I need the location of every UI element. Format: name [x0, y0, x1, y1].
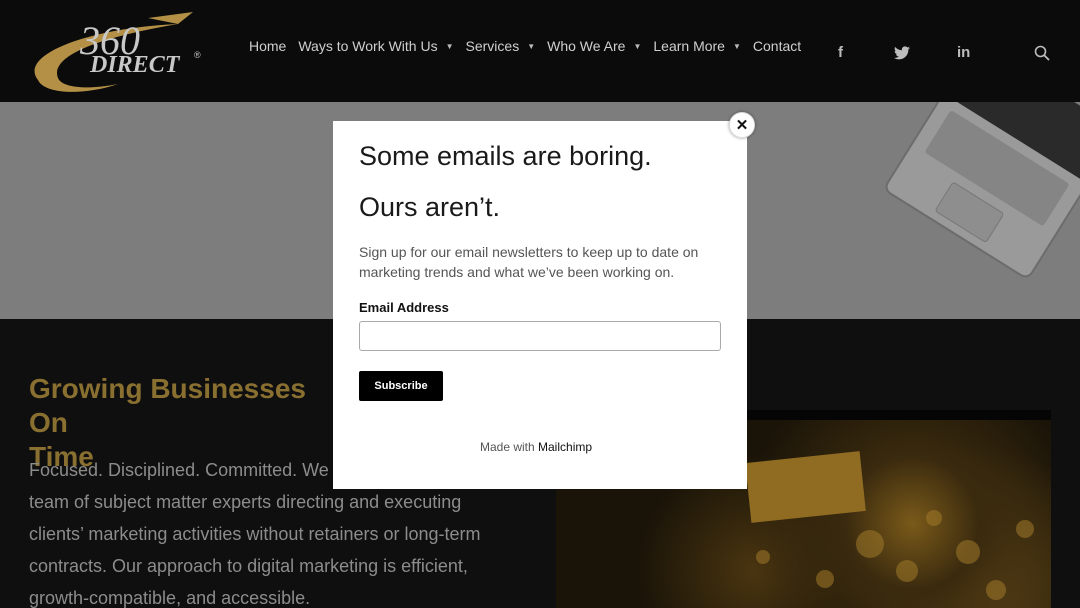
- body-line: clients’ marketing activities without re…: [29, 524, 481, 544]
- nav-ways-to-work-label: Ways to Work With Us: [298, 38, 438, 54]
- newsletter-modal: Some emails are boring. Ours aren’t. Sig…: [333, 121, 747, 489]
- nav-contact-label: Contact: [752, 38, 802, 54]
- made-with-mailchimp[interactable]: Made with Mailchimp: [333, 440, 739, 454]
- modal-title-line-2: Ours aren’t.: [359, 192, 501, 222]
- body-line: growth-compatible, and accessible.: [29, 588, 311, 608]
- site-header: 360 DIRECT ® Home Ways to Work With Us ▼ …: [0, 0, 1080, 102]
- chevron-down-icon: ▼: [527, 41, 536, 51]
- search-icon[interactable]: [1034, 45, 1052, 63]
- nav-who-we-are-label: Who We Are: [547, 38, 626, 54]
- facebook-icon[interactable]: f: [838, 44, 843, 61]
- mailchimp-link[interactable]: Mailchimp: [538, 440, 592, 454]
- chevron-down-icon: ▼: [633, 41, 642, 51]
- headline-line-1: Growing Businesses On: [29, 373, 306, 438]
- modal-title-line-1: Some emails are boring.: [359, 141, 652, 171]
- nav-learn-more-label: Learn More: [653, 38, 725, 54]
- chevron-down-icon: ▼: [445, 41, 454, 51]
- nav-ways-to-work[interactable]: Ways to Work With Us ▼: [298, 38, 453, 54]
- nav-services-label: Services: [465, 38, 520, 54]
- email-field-label: Email Address: [359, 300, 449, 315]
- nav-who-we-are[interactable]: Who We Are ▼: [547, 38, 641, 54]
- nav-learn-more[interactable]: Learn More ▼: [653, 38, 741, 54]
- modal-description: Sign up for our email newsletters to kee…: [359, 244, 699, 280]
- chevron-down-icon: ▼: [732, 41, 741, 51]
- close-icon[interactable]: ✕: [729, 112, 755, 138]
- nav-home-label: Home: [249, 38, 287, 54]
- body-line: contracts. Our approach to digital marke…: [29, 556, 468, 576]
- made-with-prefix: Made with: [479, 440, 535, 454]
- nav-home[interactable]: Home: [249, 38, 286, 54]
- laptop-image: [885, 102, 1080, 278]
- linkedin-icon[interactable]: in: [957, 44, 970, 61]
- subscribe-button[interactable]: Subscribe: [359, 371, 443, 401]
- sticky-note-image: [745, 451, 866, 523]
- main-nav: Home Ways to Work With Us ▼ Services ▼ Who…: [249, 38, 813, 54]
- nav-contact[interactable]: Contact: [753, 38, 801, 54]
- email-field[interactable]: [359, 321, 721, 351]
- body-line: team of subject matter experts directing…: [29, 492, 462, 512]
- nav-services[interactable]: Services ▼: [466, 38, 536, 54]
- logo-registered-mark: ®: [194, 50, 201, 60]
- logo-360-direct[interactable]: 360 DIRECT ®: [28, 10, 208, 94]
- logo-word: DIRECT: [89, 52, 181, 78]
- twitter-icon[interactable]: [894, 46, 910, 64]
